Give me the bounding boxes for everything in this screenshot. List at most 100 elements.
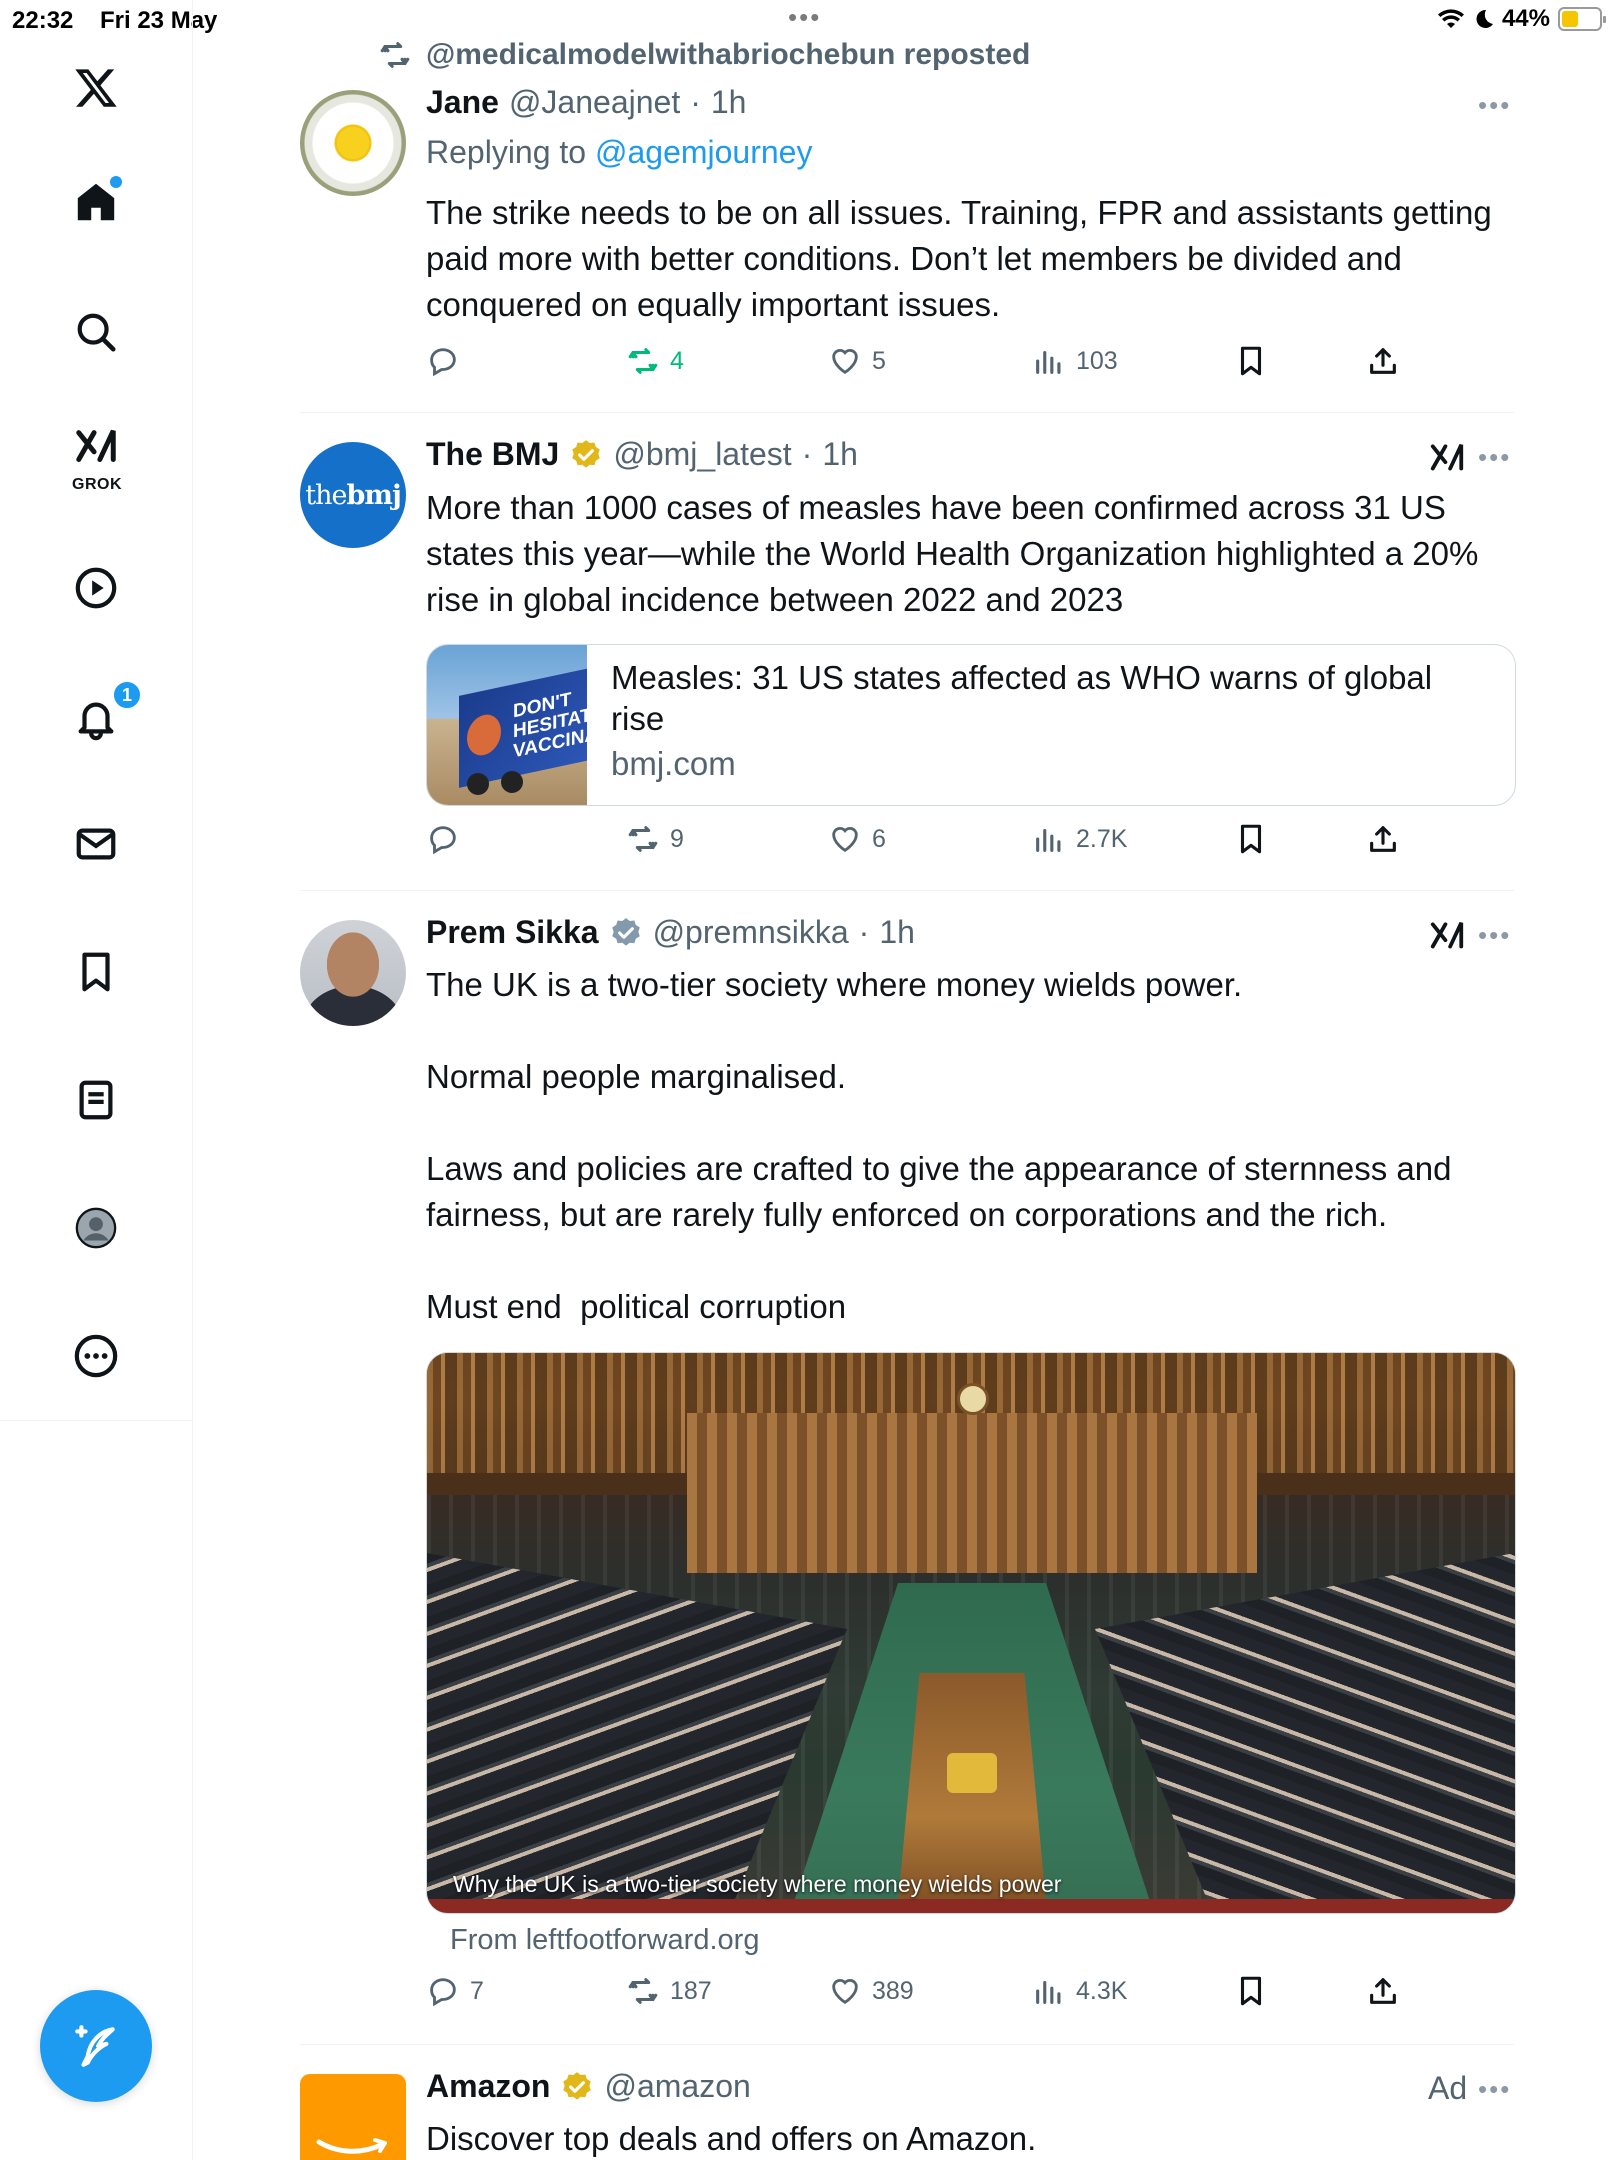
author-name[interactable]: Prem Sikka [426,914,599,951]
view-count: 103 [1076,346,1118,375]
timeline: @medicalmodelwithabriochebun reposted Ja… [0,0,1620,2160]
post-text: The strike needs to be on all issues. Tr… [426,194,1501,323]
share-button[interactable] [1366,1974,1400,2008]
author-name[interactable]: Amazon [426,2068,550,2105]
bookmark-icon [1240,1976,1262,2006]
like-count: 6 [872,824,886,853]
replying-to-mention[interactable]: @agemjourney [595,134,812,170]
verified-badge-icon [611,917,640,946]
reply-button[interactable] [426,344,470,378]
post-header: Amazon @amazon [426,2068,751,2105]
like-button[interactable]: 6 [828,822,886,856]
repost-context-label: @medicalmodelwithabriochebun reposted [426,38,1031,71]
more-options-icon[interactable]: ••• [1478,920,1511,951]
avatar[interactable] [300,90,406,196]
reply-count: 7 [470,1976,484,2005]
right-benches-graphic [1095,1553,1515,1913]
link-card-domain: bmj.com [611,745,736,782]
bookmark-button[interactable] [1234,1974,1268,2008]
separator-dot: · [858,914,870,950]
avatar[interactable] [300,920,406,1026]
reply-icon [430,826,456,855]
author-handle[interactable]: @bmj_latest [613,436,791,473]
truck-wheel [467,773,489,795]
post-header: The BMJ @bmj_latest · 1h [426,436,858,473]
reply-icon [430,348,456,377]
reply-button[interactable] [426,822,470,856]
author-handle[interactable]: @premnsikka [653,914,849,951]
like-count: 5 [872,346,886,375]
repost-context[interactable]: @medicalmodelwithabriochebun reposted [378,38,1030,72]
post-header: Jane @Janeajnet · 1h [426,84,746,121]
chamber-wall-graphic [687,1413,1257,1573]
repost-count: 9 [670,824,684,853]
avatar[interactable]: the bmj [300,442,406,548]
post-header: Prem Sikka @premnsikka · 1h [426,914,915,951]
views-button[interactable]: 2.7K [1032,822,1127,856]
ad-label: Ad [1428,2070,1468,2106]
like-button[interactable]: 389 [828,1974,914,2008]
repost-icon [628,1978,658,2004]
media-source[interactable]: From leftfootforward.org [450,1924,759,1957]
post-media-image[interactable]: Why the UK is a two-tier society where m… [426,1352,1516,1914]
repost-count: 4 [670,346,684,375]
more-options-icon[interactable]: ••• [1478,2074,1511,2105]
bookmark-button[interactable] [1234,822,1268,856]
separator-dot: · [690,84,701,120]
replying-to: Replying to @agemjourney [426,134,812,171]
view-count: 4.3K [1076,1976,1128,2005]
post-time[interactable]: 1h [711,84,747,121]
mace-graphic [947,1753,997,1793]
repost-icon [628,826,658,852]
share-button[interactable] [1366,344,1400,378]
grok-explain-icon[interactable] [1428,440,1466,478]
share-icon [1370,1978,1396,2004]
post-text: Discover top deals and offers on Amazon. [426,2120,1037,2157]
post-actions: 9 6 2.7K [426,822,1516,862]
carpet-graphic [427,1899,1515,1913]
author-handle[interactable]: @amazon [604,2068,750,2105]
link-card-title: Measles: 31 US states affected as WHO wa… [611,659,1433,737]
views-icon [1036,828,1061,852]
post-text: More than 1000 cases of measles have bee… [426,489,1488,618]
truck-wheel [501,771,523,793]
more-options-icon[interactable]: ••• [1478,90,1511,121]
avatar[interactable] [300,2074,406,2160]
share-icon [1370,348,1396,374]
author-name[interactable]: The BMJ [426,436,559,473]
more-options-icon[interactable]: ••• [1478,442,1511,473]
link-card[interactable]: DON'T HESITATE VACCINATE Measles: 31 US … [426,644,1516,806]
heart-icon [832,827,858,853]
view-count: 2.7K [1076,824,1128,853]
post-time[interactable]: 1h [822,436,858,473]
post-divider [300,412,1514,413]
bmj-logo-light: the [305,479,347,511]
verified-badge-icon [572,439,601,468]
share-button[interactable] [1366,822,1400,856]
repost-button[interactable]: 9 [626,822,684,856]
views-icon [1036,350,1061,374]
post-time[interactable]: 1h [879,914,915,951]
reply-icon [430,1978,456,2007]
separator-dot: · [801,436,813,472]
share-icon [1370,826,1396,852]
views-button[interactable]: 103 [1032,344,1118,378]
post-divider [300,2044,1514,2045]
bookmark-icon [1240,346,1262,376]
bookmark-icon [1240,824,1262,854]
post-actions: 4 5 103 [426,344,1516,384]
heart-icon [832,1979,858,2005]
verified-badge-icon [563,2071,592,2100]
repost-button[interactable]: 187 [626,1974,712,2008]
amazon-smile-icon [316,2138,387,2154]
views-button[interactable]: 4.3K [1032,1974,1127,2008]
repost-button[interactable]: 4 [626,344,684,378]
repost-count: 187 [670,1976,712,2005]
reply-button[interactable]: 7 [426,1974,484,2008]
replying-to-prefix: Replying to [426,134,595,170]
author-handle[interactable]: @Janeajnet [509,84,680,121]
grok-explain-icon[interactable] [1428,918,1466,956]
author-name[interactable]: Jane [426,84,499,121]
bookmark-button[interactable] [1234,344,1268,378]
like-button[interactable]: 5 [828,344,886,378]
